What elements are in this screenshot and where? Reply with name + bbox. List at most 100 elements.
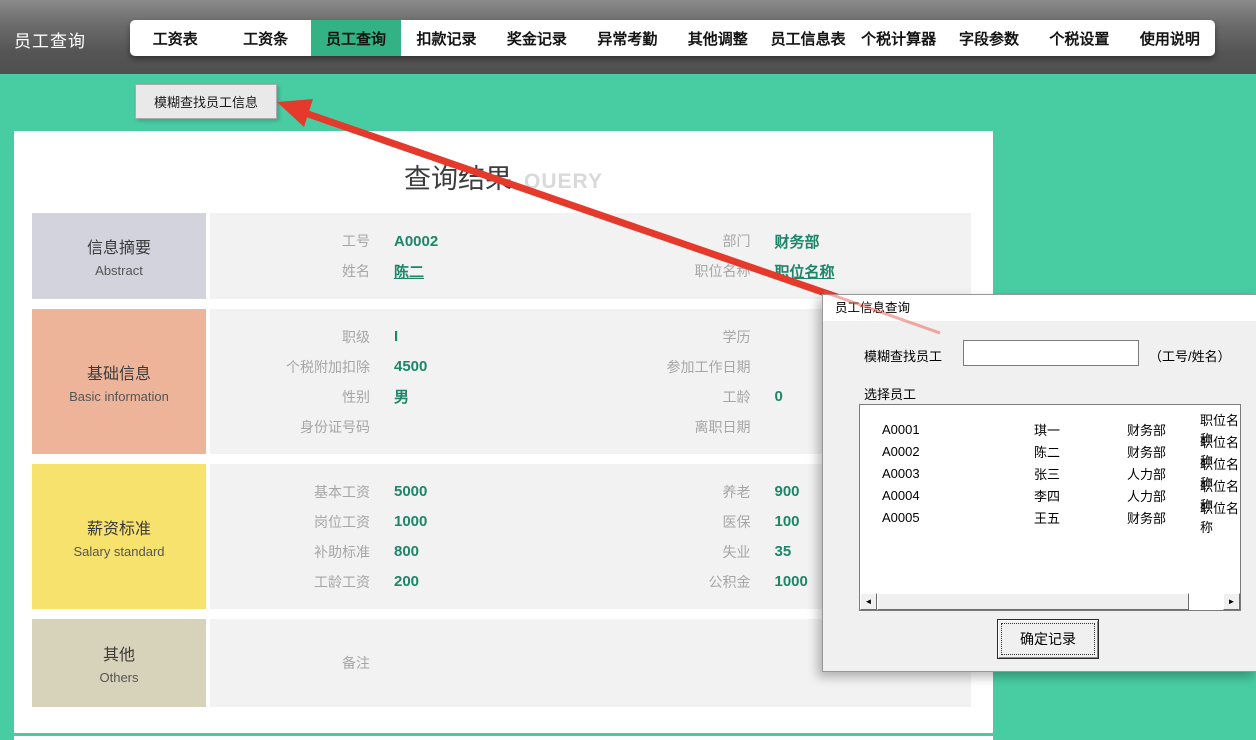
field-label: 性别 xyxy=(210,387,370,407)
field-value: 4500 xyxy=(394,358,427,375)
field-value: 陈二 xyxy=(394,261,424,282)
employee-dept: 财务部 xyxy=(1127,420,1200,439)
panel-title-cn: 查询结果 xyxy=(404,164,512,194)
field-label: 备注 xyxy=(210,653,370,673)
employee-code: A0002 xyxy=(882,444,1034,459)
section-abstract-fields: 工号 A0002 姓名 陈二 部门 财务部 xyxy=(210,213,971,299)
section-abstract-label: 信息摘要 Abstract xyxy=(32,213,206,299)
nav-tab[interactable]: 扣款记录 xyxy=(401,20,491,56)
panel-title-en: QUERY xyxy=(524,170,603,193)
field-value: I xyxy=(394,328,398,345)
field-value: A0002 xyxy=(394,233,438,250)
field-label: 基本工资 xyxy=(210,482,370,502)
nav-tab[interactable]: 个税设置 xyxy=(1034,20,1124,56)
field-column-left: 职级 I 个税附加扣除 4500 性别 男 xyxy=(210,309,591,454)
field-row: 补助标准 800 xyxy=(210,537,591,567)
field-label: 身份证号码 xyxy=(210,417,370,437)
nav-tab[interactable]: 字段参数 xyxy=(944,20,1034,56)
section-name-en: Basic information xyxy=(69,389,169,404)
employee-list-label: 选择员工 xyxy=(864,384,916,403)
employee-name: 琪一 xyxy=(1034,420,1127,439)
section-others-label: 其他 Others xyxy=(32,619,206,707)
employee-dept: 人力部 xyxy=(1127,486,1200,505)
employee-name: 张三 xyxy=(1034,464,1127,483)
field-label: 部门 xyxy=(591,231,751,251)
scroll-left-button[interactable]: ◄ xyxy=(860,593,877,610)
nav-tab[interactable]: 工资表 xyxy=(130,20,220,56)
section-basic-label: 基础信息 Basic information xyxy=(32,309,206,454)
dialog-title-bar[interactable]: 员工信息查询 xyxy=(823,295,1256,321)
field-row: 性别 男 xyxy=(210,382,591,412)
section-name-cn: 基础信息 xyxy=(87,360,151,384)
app-header: 员工查询 工资表 工资条 员工查询 扣款记录 奖金记录 异常考勤 其他调整 员工… xyxy=(0,0,1256,74)
employee-dept: 财务部 xyxy=(1127,442,1200,461)
field-row: 姓名 陈二 xyxy=(210,256,591,286)
scrollbar-track[interactable] xyxy=(877,593,1223,610)
section-name-en: Abstract xyxy=(95,263,143,278)
employee-list-rows: A0001 琪一 财务部 职位名称 A0002 陈二 财务部 职位名称 A000… xyxy=(860,405,1240,593)
field-row: 身份证号码 xyxy=(210,412,591,442)
employee-code: A0004 xyxy=(882,488,1034,503)
field-value: 900 xyxy=(775,483,800,500)
employee-query-dialog: 员工信息查询 模糊查找员工 （工号/姓名） 选择员工 A0001 琪一 财务部 … xyxy=(822,294,1256,672)
field-row: 岗位工资 1000 xyxy=(210,507,591,537)
fuzzy-search-button[interactable]: 模糊查找员工信息 xyxy=(135,84,277,119)
employee-list-item[interactable]: A0001 琪一 财务部 职位名称 xyxy=(860,410,1240,432)
field-label: 职位名称 xyxy=(591,261,751,281)
field-row: 职级 I xyxy=(210,322,591,352)
field-label: 离职日期 xyxy=(591,417,751,437)
field-value: 男 xyxy=(394,386,409,407)
section-name-cn: 其他 xyxy=(103,641,135,665)
nav-tab[interactable]: 员工信息表 xyxy=(763,20,853,56)
fuzzy-search-label: 模糊查找员工 xyxy=(864,346,942,365)
field-row: 职位名称 职位名称 xyxy=(591,256,972,286)
section-name-cn: 薪资标准 xyxy=(87,515,151,539)
confirm-record-button[interactable]: 确定记录 xyxy=(997,619,1099,659)
section-name-en: Others xyxy=(99,670,138,685)
field-label: 职级 xyxy=(210,327,370,347)
fuzzy-search-input[interactable] xyxy=(963,340,1139,366)
main-nav: 工资表 工资条 员工查询 扣款记录 奖金记录 异常考勤 其他调整 员工信息表 个… xyxy=(130,20,1215,56)
field-row: 工龄工资 200 xyxy=(210,567,591,597)
field-label: 岗位工资 xyxy=(210,512,370,532)
field-column-left: 工号 A0002 姓名 陈二 xyxy=(210,213,591,299)
field-row: 部门 财务部 xyxy=(591,226,972,256)
scrollbar-thumb[interactable] xyxy=(877,593,1189,610)
panel-bottom-accent xyxy=(14,733,993,736)
employee-listbox[interactable]: A0001 琪一 财务部 职位名称 A0002 陈二 财务部 职位名称 A000… xyxy=(859,404,1241,611)
scroll-right-button[interactable]: ► xyxy=(1223,593,1240,610)
field-label: 公积金 xyxy=(591,572,751,592)
employee-dept: 财务部 xyxy=(1127,508,1200,527)
field-value: 1000 xyxy=(394,513,427,530)
employee-name: 王五 xyxy=(1034,508,1127,527)
employee-name: 李四 xyxy=(1034,486,1127,505)
section-salary-label: 薪资标准 Salary standard xyxy=(32,464,206,609)
field-row: 工号 A0002 xyxy=(210,226,591,256)
nav-tab[interactable]: 其他调整 xyxy=(673,20,763,56)
field-label: 工号 xyxy=(210,231,370,251)
field-value: 1000 xyxy=(775,573,808,590)
nav-tab[interactable]: 异常考勤 xyxy=(582,20,672,56)
field-value: 800 xyxy=(394,543,419,560)
nav-tab[interactable]: 工资条 xyxy=(220,20,310,56)
field-label: 工龄工资 xyxy=(210,572,370,592)
field-label: 补助标准 xyxy=(210,542,370,562)
field-label: 个税附加扣除 xyxy=(210,357,370,377)
field-value: 财务部 xyxy=(775,231,820,252)
app-title: 员工查询 xyxy=(14,27,86,52)
field-value: 职位名称 xyxy=(775,261,835,282)
nav-tab[interactable]: 员工查询 xyxy=(311,20,401,56)
field-label: 医保 xyxy=(591,512,751,532)
field-label: 养老 xyxy=(591,482,751,502)
nav-tab[interactable]: 奖金记录 xyxy=(492,20,582,56)
nav-tab[interactable]: 使用说明 xyxy=(1125,20,1215,56)
field-column-left: 备注 xyxy=(210,619,591,707)
horizontal-scrollbar[interactable]: ◄ ► xyxy=(860,593,1240,610)
employee-position: 职位名称 xyxy=(1200,498,1240,536)
field-column-right: 部门 财务部 职位名称 职位名称 xyxy=(591,213,972,299)
field-row: 基本工资 5000 xyxy=(210,477,591,507)
section-name-en: Salary standard xyxy=(73,544,164,559)
section-abstract: 信息摘要 Abstract 工号 A0002 姓名 陈二 xyxy=(32,213,971,299)
field-column-left: 基本工资 5000 岗位工资 1000 补助标准 800 xyxy=(210,464,591,609)
nav-tab[interactable]: 个税计算器 xyxy=(853,20,943,56)
